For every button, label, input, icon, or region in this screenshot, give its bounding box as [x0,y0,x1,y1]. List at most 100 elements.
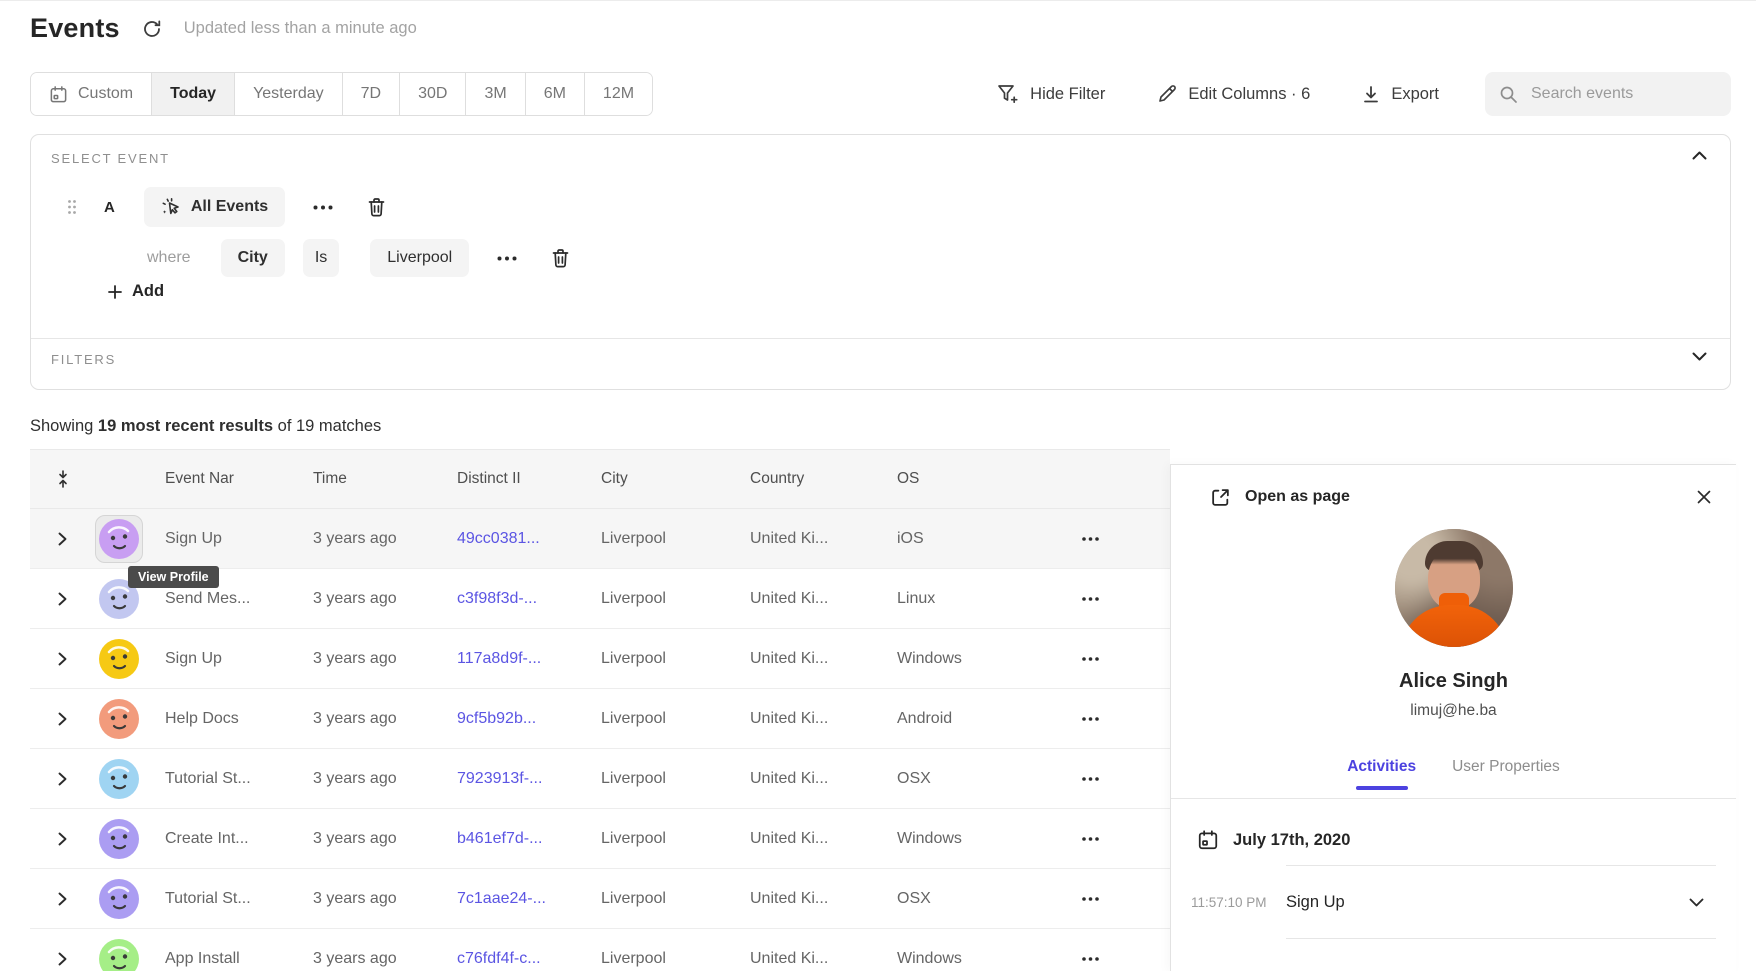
user-avatar[interactable] [95,815,143,863]
cell-distinct-id-link[interactable]: c76fdf4f-c... [457,950,601,968]
expand-filters-button[interactable] [1689,349,1710,364]
search-icon [1499,85,1518,104]
event-more-options-button[interactable] [309,201,337,214]
date-tab[interactable]: Custom [31,73,152,115]
cell-time: 3 years ago [313,770,457,788]
date-tab[interactable]: 3M [466,73,525,115]
expand-row-button[interactable] [54,828,71,850]
chevron-right-icon [58,592,67,606]
cell-distinct-id-link[interactable]: 7923913f-... [457,770,601,788]
date-tab[interactable]: 7D [343,73,400,115]
row-more-options-button[interactable] [1077,592,1104,606]
where-label: where [147,249,191,267]
chevron-down-icon [1692,352,1707,361]
user-avatar[interactable] [95,635,143,683]
cell-distinct-id-link[interactable]: b461ef7d-... [457,830,601,848]
column-time[interactable]: Time [313,470,457,488]
table-row[interactable]: Create Int... 3 years ago b461ef7d-... L… [30,809,1170,869]
table-row[interactable]: Sign Up 3 years ago 49cc0381... Liverpoo… [30,509,1170,569]
table-row[interactable]: Tutorial St... 3 years ago 7c1aae24-... … [30,869,1170,929]
collapse-rows-icon[interactable] [54,468,72,490]
calendar-icon [1197,829,1219,851]
cell-os: Windows [897,650,1065,668]
cell-os: Android [897,710,1065,728]
events-page: Events Updated less than a minute ago Cu… [0,0,1756,971]
export-button[interactable]: Export [1356,84,1445,105]
profile-tab[interactable]: Activities [1345,758,1418,798]
close-panel-button[interactable] [1692,485,1716,509]
value-chip[interactable]: Liverpool [370,239,469,277]
expand-row-button[interactable] [54,948,71,970]
date-tab[interactable]: 12M [585,73,652,115]
page-title: Events [30,13,120,44]
ellipsis-icon [1082,537,1099,541]
user-avatar[interactable] [95,755,143,803]
table-row[interactable]: Sign Up 3 years ago 117a8d9f-... Liverpo… [30,629,1170,689]
edit-columns-button[interactable]: Edit Columns · 6 [1151,83,1316,105]
column-event-name[interactable]: Event Nar [165,470,313,488]
download-icon [1362,85,1380,104]
expand-row-button[interactable] [54,648,71,670]
filter-more-options-button[interactable] [493,252,521,265]
profile-tab[interactable]: User Properties [1450,758,1562,798]
expand-row-button[interactable] [54,528,71,550]
user-avatar[interactable] [95,695,143,743]
date-tab[interactable]: 30D [400,73,466,115]
cell-time: 3 years ago [313,890,457,908]
cell-city: Liverpool [601,770,750,788]
row-more-options-button[interactable] [1077,532,1104,546]
hide-filter-button[interactable]: Hide Filter [991,83,1111,105]
column-os[interactable]: OS [897,470,1065,488]
delete-event-button[interactable] [364,194,389,220]
row-more-options-button[interactable] [1077,712,1104,726]
row-more-options-button[interactable] [1077,892,1104,906]
cell-distinct-id-link[interactable]: 9cf5b92b... [457,710,601,728]
cell-distinct-id-link[interactable]: 117a8d9f-... [457,650,601,668]
cell-time: 3 years ago [313,710,457,728]
query-builder-card: SELECT EVENT A [30,134,1731,390]
avatar-face-icon [99,939,139,971]
delete-filter-button[interactable] [548,245,573,271]
table-row[interactable]: App Install 3 years ago c76fdf4f-c... Li… [30,929,1170,971]
operator-chip[interactable]: Is [303,239,339,277]
cell-event-name: Tutorial St... [165,890,313,908]
ellipsis-icon [313,205,333,210]
date-tab[interactable]: 6M [526,73,585,115]
activity-event-row[interactable]: Sign Up [1286,865,1716,939]
search-events-input[interactable] [1529,84,1717,104]
row-more-options-button[interactable] [1077,832,1104,846]
expand-row-button[interactable] [54,708,71,730]
property-chip[interactable]: City [221,239,285,277]
add-event-button[interactable]: Add [101,281,170,302]
table-row[interactable]: Tutorial St... 3 years ago 7923913f-... … [30,749,1170,809]
expand-row-button[interactable] [54,768,71,790]
expand-row-button[interactable] [54,588,71,610]
open-as-page-button[interactable]: Open as page [1204,486,1356,509]
expand-row-button[interactable] [54,888,71,910]
row-more-options-button[interactable] [1077,772,1104,786]
user-avatar[interactable] [95,935,143,971]
drag-handle-icon[interactable] [67,199,77,215]
cell-os: OSX [897,770,1065,788]
cell-distinct-id-link[interactable]: c3f98f3d-... [457,590,601,608]
date-tab[interactable]: Today [152,73,235,115]
date-tab[interactable]: Yesterday [235,73,343,115]
cell-city: Liverpool [601,710,750,728]
column-country[interactable]: Country [750,470,897,488]
cell-distinct-id-link[interactable]: 7c1aae24-... [457,890,601,908]
user-avatar[interactable] [95,515,143,563]
collapse-section-button[interactable] [1689,148,1710,163]
table-row[interactable]: Help Docs 3 years ago 9cf5b92b... Liverp… [30,689,1170,749]
row-more-options-button[interactable] [1077,952,1104,966]
column-distinct-id[interactable]: Distinct II [457,470,601,488]
column-city[interactable]: City [601,470,750,488]
row-more-options-button[interactable] [1077,652,1104,666]
chevron-up-icon [1692,151,1707,160]
event-clause-row: A All Events [67,187,389,227]
refresh-button[interactable] [138,15,166,43]
chevron-right-icon [58,532,67,546]
event-selector-chip[interactable]: All Events [144,187,285,227]
page-header: Events Updated less than a minute ago [30,13,417,44]
cell-distinct-id-link[interactable]: 49cc0381... [457,530,601,548]
user-avatar[interactable] [95,875,143,923]
